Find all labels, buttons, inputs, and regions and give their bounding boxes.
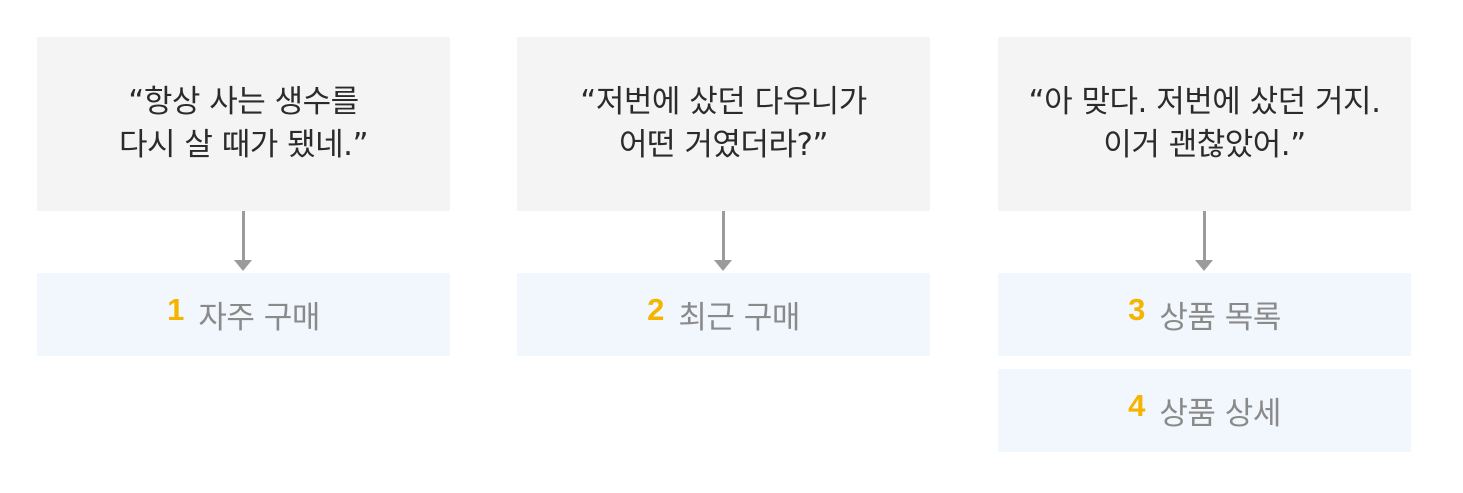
quote-line: 어떤 거였더라?” [618,127,829,163]
flow-column-2: “저번에 샀던 다우니가 어떤 거였더라?” 2 최근 구매 [517,37,930,356]
quote-line: “항상 사는 생수를 [128,84,359,120]
screen-label: 자주 구매 [198,300,320,336]
quote-line: 다시 살 때가 됐네.” [118,127,369,163]
user-quote-box: “항상 사는 생수를 다시 살 때가 됐네.” [37,37,450,211]
screen-label: 최근 구매 [678,300,800,336]
screen-box-product-detail: 4 상품 상세 [998,369,1411,452]
quote-line: “저번에 샀던 다우니가 [580,84,867,120]
user-quote-box: “아 맞다. 저번에 샀던 거지. 이거 괜찮았어.” [998,37,1411,211]
user-quote: “저번에 샀던 다우니가 어떤 거였더라?” [580,81,867,167]
screen-box-recent-purchase: 2 최근 구매 [517,273,930,356]
user-quote: “항상 사는 생수를 다시 살 때가 됐네.” [118,81,369,167]
flow-column-3: “아 맞다. 저번에 샀던 거지. 이거 괜찮았어.” 3 상품 목록 4 상품… [998,37,1411,452]
screen-box-frequent-purchase: 1 자주 구매 [37,273,450,356]
screen-number: 2 [647,291,665,327]
user-quote-box: “저번에 샀던 다우니가 어떤 거였더라?” [517,37,930,211]
screen-label: 상품 목록 [1159,300,1281,336]
screen-number: 1 [167,291,185,327]
screen-box-product-list: 3 상품 목록 [998,273,1411,356]
down-arrow-icon [517,211,930,273]
screen-number: 3 [1128,291,1146,327]
flow-column-1: “항상 사는 생수를 다시 살 때가 됐네.” 1 자주 구매 [37,37,450,356]
quote-line: 이거 괜찮았어.” [1103,127,1306,163]
user-quote: “아 맞다. 저번에 샀던 거지. 이거 괜찮았어.” [1029,81,1381,167]
screen-number: 4 [1128,387,1146,423]
screen-label: 상품 상세 [1159,396,1281,432]
quote-line: “아 맞다. 저번에 샀던 거지. [1028,84,1381,120]
down-arrow-icon [998,211,1411,273]
down-arrow-icon [37,211,450,273]
